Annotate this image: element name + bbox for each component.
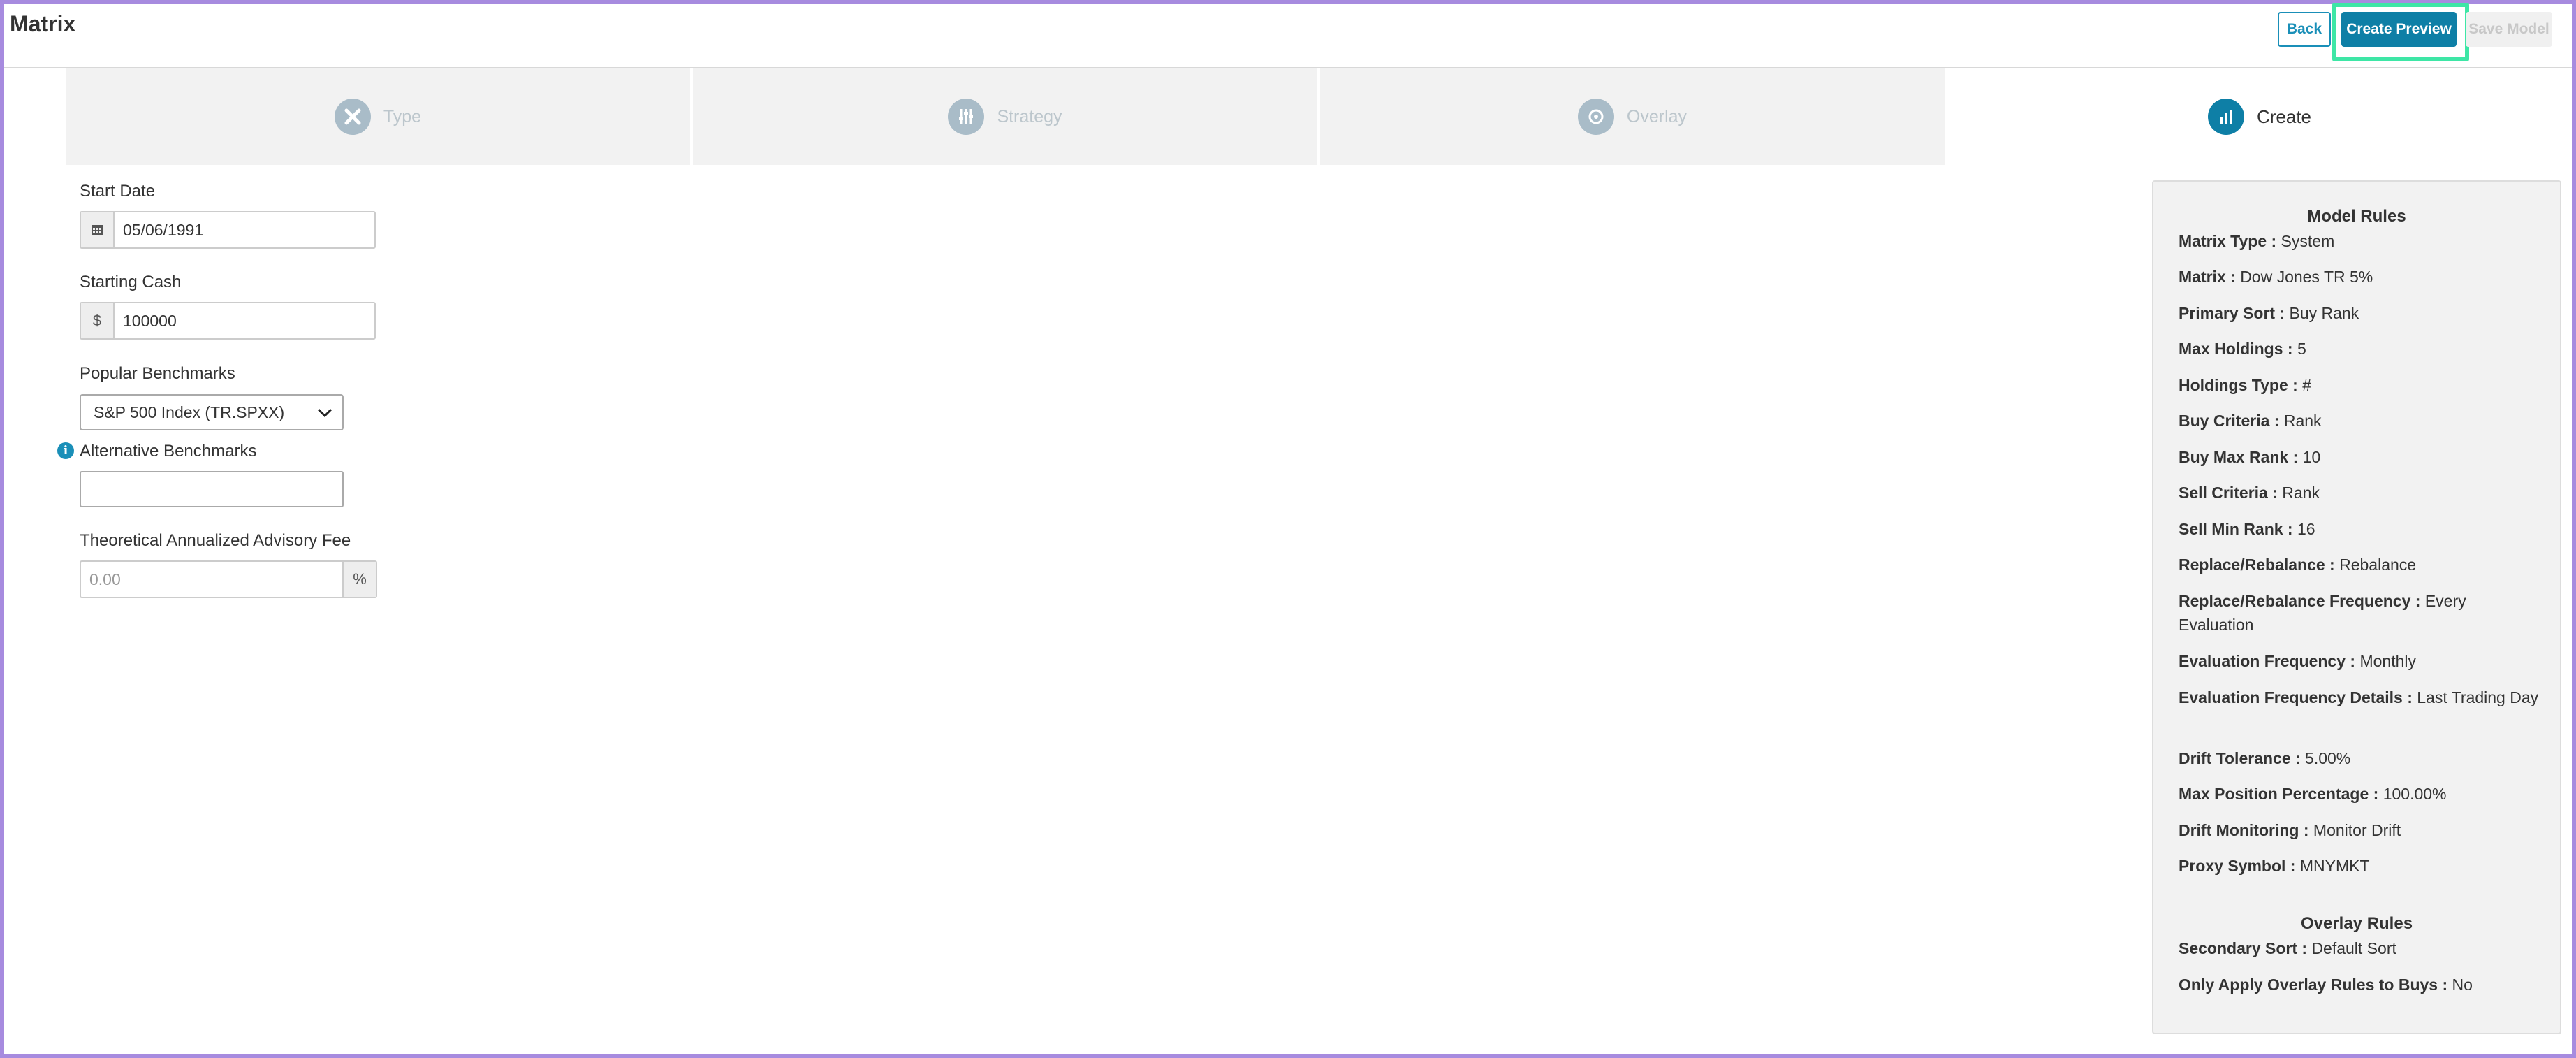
rule-sell-min-rank: Sell Min Rank : 16 bbox=[2179, 520, 2315, 538]
rule-holdings-type: Holdings Type : # bbox=[2179, 376, 2311, 394]
rule-evaluation-frequency: Evaluation Frequency : Monthly bbox=[2179, 652, 2416, 670]
advisory-fee-field[interactable]: 0.00 % bbox=[80, 560, 377, 598]
alternative-benchmarks-label: Alternative Benchmarks bbox=[80, 442, 257, 461]
rule-overlay-buys-only: Only Apply Overlay Rules to Buys : No bbox=[2179, 976, 2473, 994]
popular-benchmarks-label: Popular Benchmarks bbox=[80, 364, 235, 383]
rule-matrix-type: Matrix Type : System bbox=[2179, 232, 2335, 250]
rule-replace-rebalance-frequency: Replace/Rebalance Frequency : Every Eval… bbox=[2179, 592, 2466, 634]
starting-cash-field[interactable]: $ 100000 bbox=[80, 302, 376, 340]
back-button[interactable]: Back bbox=[2278, 12, 2331, 47]
overlay-circle-icon bbox=[1577, 99, 1614, 135]
rule-matrix: Matrix : Dow Jones TR 5% bbox=[2179, 268, 2373, 286]
model-rules-title: Model Rules bbox=[2307, 207, 2406, 226]
advisory-fee-input[interactable]: 0.00 bbox=[81, 562, 342, 597]
advisory-fee-label: Theoretical Annualized Advisory Fee bbox=[80, 531, 351, 550]
starting-cash-input[interactable]: 100000 bbox=[115, 303, 374, 338]
rule-buy-criteria: Buy Criteria : Rank bbox=[2179, 412, 2322, 430]
start-date-input[interactable]: 05/06/1991 bbox=[115, 212, 374, 247]
overlay-rules-title: Overlay Rules bbox=[2300, 914, 2413, 933]
rule-proxy-symbol: Proxy Symbol : MNYMKT bbox=[2179, 857, 2370, 875]
popular-benchmarks-select[interactable]: S&P 500 Index (TR.SPXX) bbox=[80, 394, 344, 430]
percent-addon: % bbox=[342, 562, 376, 597]
popular-benchmarks-selected: S&P 500 Index (TR.SPXX) bbox=[94, 403, 285, 421]
rule-secondary-sort: Secondary Sort : Default Sort bbox=[2179, 939, 2396, 957]
rule-drift-tolerance: Drift Tolerance : 5.00% bbox=[2179, 749, 2351, 767]
start-date-field[interactable]: 05/06/1991 bbox=[80, 211, 376, 249]
step-overlay[interactable]: Overlay bbox=[1320, 68, 1945, 165]
create-preview-button[interactable]: Create Preview bbox=[2341, 12, 2457, 47]
starting-cash-label: Starting Cash bbox=[80, 273, 182, 291]
alternative-benchmarks-input[interactable] bbox=[80, 471, 344, 507]
rule-sell-criteria: Sell Criteria : Rank bbox=[2179, 484, 2320, 502]
model-rules-panel: Model Rules Matrix Type : System Matrix … bbox=[2152, 180, 2561, 1034]
rule-drift-monitoring: Drift Monitoring : Monitor Drift bbox=[2179, 821, 2401, 839]
bar-chart-icon bbox=[2207, 99, 2244, 135]
wrench-screwdriver-icon bbox=[334, 99, 371, 135]
page-title: Matrix bbox=[10, 11, 76, 36]
step-type[interactable]: Type bbox=[66, 68, 690, 165]
rule-buy-max-rank: Buy Max Rank : 10 bbox=[2179, 448, 2321, 466]
chevron-down-icon bbox=[317, 403, 332, 422]
rule-primary-sort: Primary Sort : Buy Rank bbox=[2179, 304, 2359, 322]
step-label: Create bbox=[2256, 106, 2312, 127]
rule-replace-rebalance: Replace/Rebalance : Rebalance bbox=[2179, 556, 2417, 574]
step-label: Overlay bbox=[1626, 106, 1688, 126]
sliders-icon bbox=[948, 99, 985, 135]
calendar-icon[interactable] bbox=[81, 212, 115, 247]
currency-addon: $ bbox=[81, 303, 115, 338]
rule-max-holdings: Max Holdings : 5 bbox=[2179, 340, 2306, 358]
step-strategy[interactable]: Strategy bbox=[693, 68, 1317, 165]
start-date-label: Start Date bbox=[80, 182, 156, 201]
step-label: Strategy bbox=[997, 106, 1062, 126]
step-label: Type bbox=[383, 106, 422, 126]
save-model-button[interactable]: Save Model bbox=[2466, 12, 2552, 47]
info-icon[interactable]: i bbox=[57, 442, 74, 459]
step-create[interactable]: Create bbox=[1947, 68, 2572, 165]
rule-max-position-percentage: Max Position Percentage : 100.00% bbox=[2179, 785, 2447, 803]
rule-evaluation-frequency-details: Evaluation Frequency Details : Last Trad… bbox=[2179, 688, 2539, 706]
